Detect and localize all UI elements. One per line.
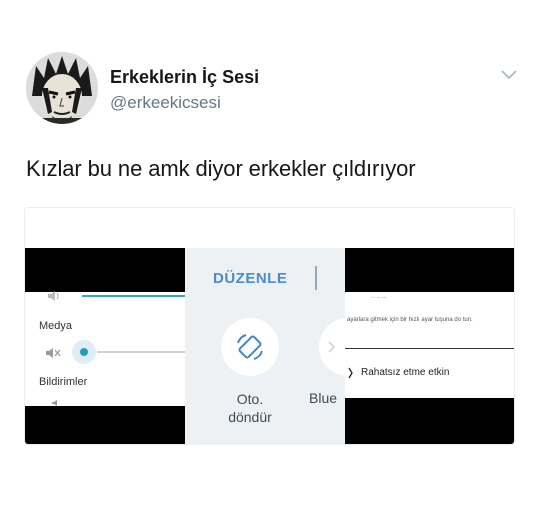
cut-off-text: ... ... ... bbox=[371, 294, 387, 300]
chevron-right-icon bbox=[328, 341, 336, 353]
dnd-panel: ... ... ... ayarlara gitmek için bir hız… bbox=[345, 208, 514, 444]
display-name[interactable]: Erkeklerin İç Sesi bbox=[110, 67, 259, 88]
chevron-down-icon[interactable] bbox=[500, 68, 518, 80]
avatar[interactable] bbox=[26, 52, 98, 124]
notifications-label: Bildirimler bbox=[39, 376, 88, 388]
auto-rotate-line-2: döndür bbox=[228, 409, 272, 425]
dnd-label[interactable]: Rahatsız etme etkin bbox=[361, 367, 449, 378]
black-bar bbox=[25, 248, 185, 292]
mute-icon bbox=[46, 348, 61, 358]
slider-knob-dot bbox=[80, 348, 88, 356]
tweet-media[interactable]: Medya Bildirimler DÜZENLE Oto. döndür Bl… bbox=[24, 207, 515, 445]
black-bar bbox=[345, 248, 514, 292]
edit-button[interactable]: DÜZENLE bbox=[213, 270, 287, 287]
volume-settings-panel: Medya Bildirimler bbox=[25, 208, 185, 444]
text-cursor bbox=[315, 266, 317, 290]
black-bar bbox=[345, 398, 514, 444]
info-text: ayarlara gitmek için bir hızlı ayar tuşu… bbox=[347, 317, 473, 323]
auto-rotate-line-1: Oto. bbox=[236, 391, 264, 407]
black-bar bbox=[25, 406, 185, 444]
tweet-header: Erkeklerin İç Sesi @erkeekicsesi bbox=[26, 52, 520, 126]
rotate-icon bbox=[237, 334, 263, 360]
media-volume-slider[interactable] bbox=[82, 295, 185, 297]
quick-settings-panel: DÜZENLE Oto. döndür Blue bbox=[185, 208, 377, 444]
divider bbox=[345, 348, 514, 349]
chevron-right-icon bbox=[348, 367, 353, 379]
avatar-cartoon-face bbox=[26, 52, 98, 124]
tweet-text: Kızlar bu ne amk diyor erkekler çıldırıy… bbox=[26, 156, 416, 181]
user-handle[interactable]: @erkeekicsesi bbox=[110, 93, 221, 113]
media-label: Medya bbox=[39, 320, 73, 332]
volume-icon bbox=[48, 291, 59, 301]
panel-top-strip bbox=[185, 208, 345, 248]
auto-rotate-label: Oto. döndür bbox=[215, 390, 285, 426]
notification-slider-track bbox=[97, 351, 185, 353]
bluetooth-label: Blue bbox=[309, 390, 338, 406]
